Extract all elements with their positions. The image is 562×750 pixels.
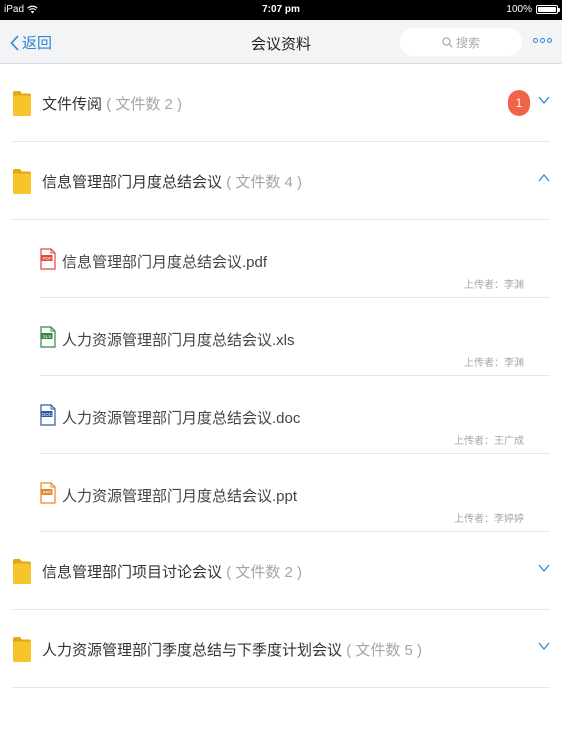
file-name: 人力资源管理部门月度总结会议.ppt (62, 488, 298, 505)
file-row[interactable]: PDF 信息管理部门月度总结会议.pdf 上传者：李渊 (40, 220, 550, 298)
pdf-file-icon: PDF (40, 248, 56, 270)
group-name: 文件传阅 (42, 96, 103, 113)
folder-icon (13, 169, 31, 194)
group-file-count: ( 文件数 2 ) (106, 96, 183, 113)
folder-icon (13, 637, 31, 662)
battery-icon (536, 5, 560, 14)
search-placeholder: 搜索 (455, 35, 480, 50)
search-icon (442, 36, 453, 48)
group-file-count: ( 文件数 2 ) (226, 564, 303, 581)
unread-badge: 1 (508, 90, 530, 116)
file-uploader: 上传者：李渊 (464, 280, 524, 291)
file-name: 人力资源管理部门月度总结会议.doc (62, 410, 301, 427)
chevron-up-icon[interactable] (538, 174, 550, 182)
file-uploader: 上传者：李婷婷 (454, 514, 524, 525)
search-input[interactable]: 搜索 (400, 28, 522, 56)
more-dot-icon (540, 38, 545, 43)
file-type-label: DOC (42, 412, 53, 417)
group-row-info-monthly-summary[interactable]: 信息管理部门月度总结会议 ( 文件数 4 ) (12, 142, 550, 220)
file-row[interactable]: PPT 人力资源管理部门月度总结会议.ppt 上传者：李婷婷 (40, 454, 550, 532)
chevron-down-icon[interactable] (538, 642, 550, 650)
group-name: 信息管理部门项目讨论会议 (42, 564, 223, 581)
chevron-down-icon[interactable] (538, 96, 550, 104)
file-type-label: XLS (43, 334, 52, 339)
chevron-left-icon (10, 34, 19, 51)
folder-icon (13, 559, 31, 584)
file-uploader: 上传者：李渊 (464, 358, 524, 369)
status-time: 7:07 pm (262, 4, 300, 15)
meeting-file-list: 文件传阅 ( 文件数 2 ) 1 信息管理部门月度总结会议 ( 文件数 4 ) … (0, 64, 562, 688)
file-row[interactable]: XLS 人力资源管理部门月度总结会议.xls 上传者：李渊 (40, 298, 550, 376)
navigation-bar: 返回 会议资料 搜索 (0, 20, 562, 64)
group-title: 信息管理部门月度总结会议 ( 文件数 4 ) (42, 171, 302, 192)
group-file-count: ( 文件数 5 ) (346, 642, 423, 659)
group-file-count: ( 文件数 4 ) (226, 174, 303, 191)
more-dot-icon (533, 38, 538, 43)
more-button[interactable] (533, 38, 552, 43)
group-title: 人力资源管理部门季度总结与下季度计划会议 ( 文件数 5 ) (42, 639, 422, 660)
status-right: 100% (506, 4, 560, 15)
group-row-hr-quarterly-plan[interactable]: 人力资源管理部门季度总结与下季度计划会议 ( 文件数 5 ) (12, 610, 550, 688)
status-bar: iPad 7:07 pm 100% (0, 0, 562, 20)
word-file-icon: DOC (40, 404, 56, 426)
file-name: 信息管理部门月度总结会议.pdf (62, 254, 268, 271)
group-title: 文件传阅 ( 文件数 2 ) (42, 93, 182, 114)
chevron-down-icon[interactable] (538, 564, 550, 572)
powerpoint-file-icon: PPT (40, 482, 56, 504)
back-button[interactable]: 返回 (10, 32, 52, 53)
group-row-info-project-discussion[interactable]: 信息管理部门项目讨论会议 ( 文件数 2 ) (12, 532, 550, 610)
file-name: 人力资源管理部门月度总结会议.xls (62, 332, 295, 349)
back-label: 返回 (22, 35, 53, 52)
file-type-label: PPT (43, 490, 52, 495)
more-dot-icon (547, 38, 552, 43)
file-type-label: PDF (43, 256, 52, 261)
group-name: 信息管理部门月度总结会议 (42, 174, 223, 191)
file-row[interactable]: DOC 人力资源管理部门月度总结会议.doc 上传者：王广成 (40, 376, 550, 454)
group-row-file-circulation[interactable]: 文件传阅 ( 文件数 2 ) 1 (12, 64, 550, 142)
file-uploader: 上传者：王广成 (454, 436, 524, 447)
excel-file-icon: XLS (40, 326, 56, 348)
group-title: 信息管理部门项目讨论会议 ( 文件数 2 ) (42, 561, 302, 582)
battery-percent: 100% (506, 4, 532, 15)
group-name: 人力资源管理部门季度总结与下季度计划会议 (42, 642, 343, 659)
folder-icon (13, 91, 31, 116)
